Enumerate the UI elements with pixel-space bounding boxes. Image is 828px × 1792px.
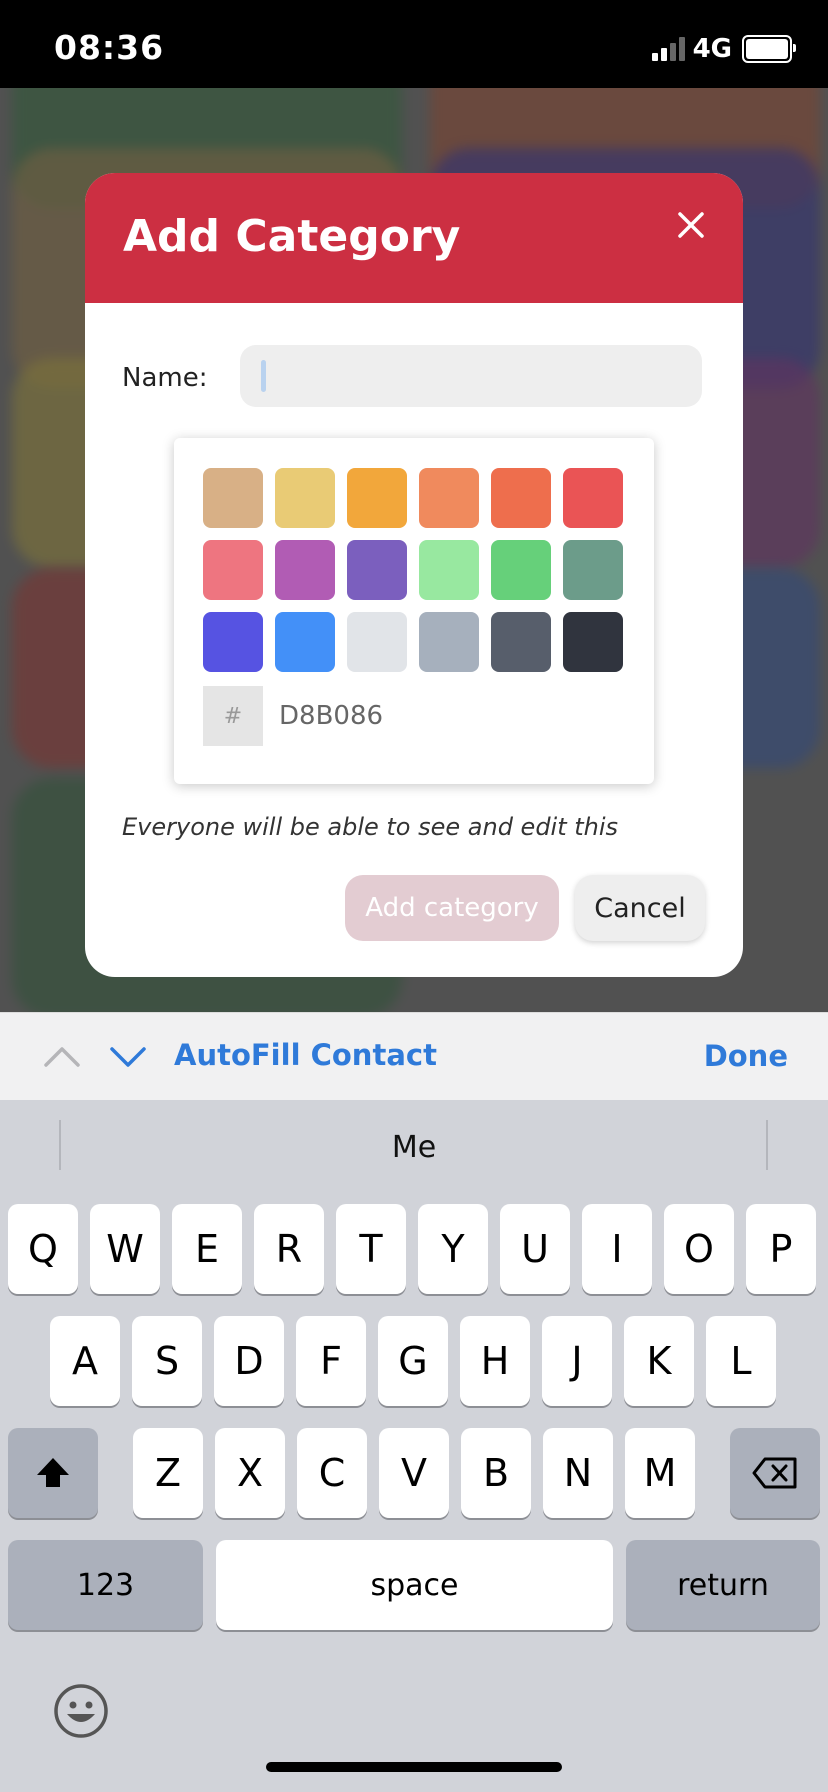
color-swatch[interactable] — [491, 540, 551, 600]
key-q[interactable]: Q — [8, 1204, 78, 1294]
suggestion-me[interactable]: Me — [0, 1130, 828, 1165]
visibility-note: Everyone will be able to see and edit th… — [122, 813, 619, 841]
color-picker: # — [174, 438, 654, 784]
color-swatch[interactable] — [491, 612, 551, 672]
key-f[interactable]: F — [296, 1316, 366, 1406]
color-swatch[interactable] — [563, 612, 623, 672]
chevron-down-icon — [110, 1047, 146, 1067]
hex-row: # — [203, 686, 581, 746]
text-cursor — [261, 360, 266, 392]
close-icon — [678, 212, 704, 238]
return-key[interactable]: return — [626, 1540, 820, 1630]
key-u[interactable]: U — [500, 1204, 570, 1294]
key-d[interactable]: D — [214, 1316, 284, 1406]
add-category-button[interactable]: Add category — [345, 875, 559, 941]
key-y[interactable]: Y — [418, 1204, 488, 1294]
key-v[interactable]: V — [379, 1428, 449, 1518]
color-swatch[interactable] — [419, 468, 479, 528]
backspace-key[interactable] — [730, 1428, 820, 1518]
key-o[interactable]: O — [664, 1204, 734, 1294]
color-swatch[interactable] — [275, 612, 335, 672]
close-button[interactable] — [669, 203, 713, 247]
status-indicators: 4G — [651, 34, 796, 64]
name-label: Name: — [122, 363, 208, 393]
shift-key[interactable] — [8, 1428, 98, 1518]
numbers-key[interactable]: 123 — [8, 1540, 203, 1630]
status-time: 08:36 — [54, 28, 165, 67]
key-x[interactable]: X — [215, 1428, 285, 1518]
chevron-up-icon — [44, 1047, 80, 1067]
add-category-dialog: Add Category Name: # Everyone will be ab… — [85, 173, 743, 977]
key-k[interactable]: K — [624, 1316, 694, 1406]
emoji-icon — [54, 1684, 108, 1738]
color-swatch[interactable] — [203, 612, 263, 672]
key-b[interactable]: B — [461, 1428, 531, 1518]
suggestion-bar: Me — [0, 1100, 828, 1190]
next-field-button[interactable] — [108, 1041, 148, 1071]
key-e[interactable]: E — [172, 1204, 242, 1294]
color-swatch[interactable] — [347, 612, 407, 672]
color-swatch[interactable] — [491, 468, 551, 528]
key-g[interactable]: G — [378, 1316, 448, 1406]
dialog-title: Add Category — [123, 211, 461, 262]
key-z[interactable]: Z — [133, 1428, 203, 1518]
color-swatch[interactable] — [203, 540, 263, 600]
hash-label: # — [203, 686, 263, 746]
key-l[interactable]: L — [706, 1316, 776, 1406]
key-t[interactable]: T — [336, 1204, 406, 1294]
keyboard-accessory-bar: AutoFill Contact Done — [0, 1012, 828, 1101]
color-swatch[interactable] — [275, 540, 335, 600]
key-c[interactable]: C — [297, 1428, 367, 1518]
done-button[interactable]: Done — [704, 1039, 788, 1073]
network-label: 4G — [692, 34, 732, 64]
key-s[interactable]: S — [132, 1316, 202, 1406]
key-j[interactable]: J — [542, 1316, 612, 1406]
key-r[interactable]: R — [254, 1204, 324, 1294]
color-swatch[interactable] — [563, 540, 623, 600]
suggestion-divider — [766, 1120, 768, 1170]
dialog-header: Add Category — [85, 173, 743, 303]
backspace-icon — [752, 1457, 797, 1489]
key-m[interactable]: M — [625, 1428, 695, 1518]
color-swatch[interactable] — [275, 468, 335, 528]
color-swatch[interactable] — [563, 468, 623, 528]
key-p[interactable]: P — [746, 1204, 816, 1294]
cancel-button[interactable]: Cancel — [575, 875, 705, 941]
home-indicator[interactable] — [266, 1762, 562, 1772]
key-h[interactable]: H — [460, 1316, 530, 1406]
status-bar: 08:36 4G — [0, 0, 828, 88]
key-w[interactable]: W — [90, 1204, 160, 1294]
space-key[interactable]: space — [216, 1540, 613, 1630]
key-a[interactable]: A — [50, 1316, 120, 1406]
color-swatch[interactable] — [347, 468, 407, 528]
key-i[interactable]: I — [582, 1204, 652, 1294]
keyboard: Me 123 space return QWERTYUIOP ASDFGHJKL Z… — [0, 1100, 828, 1792]
swatch-grid — [203, 468, 623, 672]
key-n[interactable]: N — [543, 1428, 613, 1518]
previous-field-button[interactable] — [42, 1041, 82, 1071]
shift-icon — [37, 1458, 69, 1487]
autofill-contact-button[interactable]: AutoFill Contact — [174, 1038, 437, 1072]
color-swatch[interactable] — [419, 612, 479, 672]
color-swatch[interactable] — [419, 540, 479, 600]
name-input[interactable] — [240, 345, 702, 407]
battery-icon — [742, 35, 796, 63]
color-swatch[interactable] — [347, 540, 407, 600]
emoji-button[interactable] — [52, 1682, 110, 1740]
signal-icon — [651, 37, 685, 61]
hex-input[interactable] — [277, 687, 581, 745]
color-swatch[interactable] — [203, 468, 263, 528]
